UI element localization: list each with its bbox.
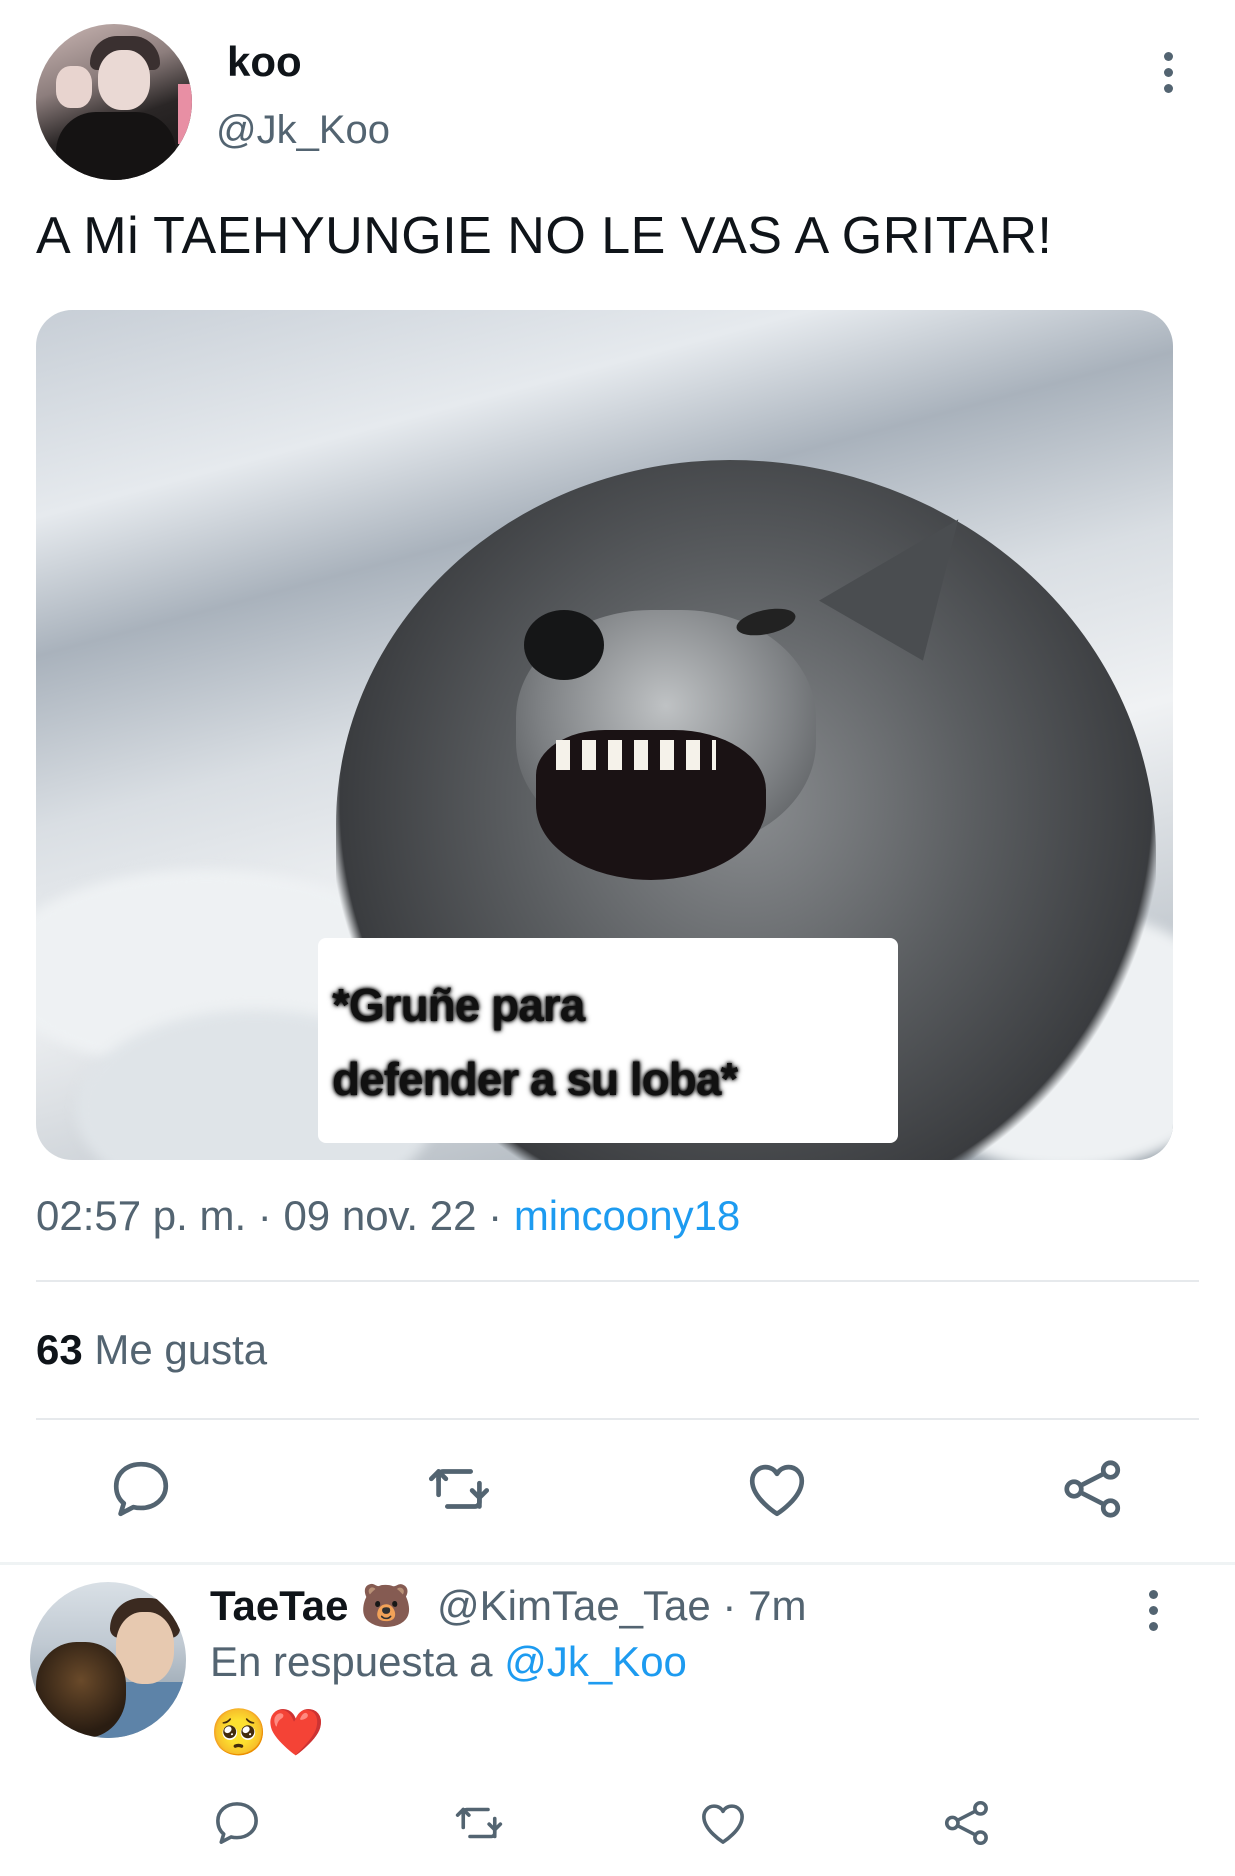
reply-button[interactable] xyxy=(210,1796,264,1850)
replying-to-mention[interactable]: @Jk_Koo xyxy=(504,1638,687,1685)
reply-text: 🥺❤️ xyxy=(210,1706,325,1758)
heart-icon xyxy=(702,1804,744,1844)
author-handle[interactable]: @Jk_Koo xyxy=(216,108,390,153)
likes-label: Me gusta xyxy=(94,1326,268,1373)
like-button[interactable] xyxy=(742,1454,812,1524)
more-vertical-icon[interactable] xyxy=(1158,52,1178,98)
replying-to: En respuesta a @Jk_Koo xyxy=(210,1638,687,1686)
image-caption: *Gruñe para defender a su loba* xyxy=(318,938,898,1143)
image-caption-line: defender a su loba* xyxy=(332,1053,738,1105)
section-separator xyxy=(0,1562,1235,1565)
share-button[interactable] xyxy=(1058,1454,1128,1524)
heart-icon xyxy=(749,1464,805,1517)
reply-author-name[interactable]: TaeTae 🐻 xyxy=(210,1582,412,1631)
likes-count: 63 xyxy=(36,1326,83,1373)
image-caption-line: *Gruñe para xyxy=(332,979,585,1031)
share-icon xyxy=(1064,1460,1121,1518)
share-button[interactable] xyxy=(940,1796,994,1850)
more-vertical-icon[interactable] xyxy=(1143,1590,1163,1636)
author-avatar[interactable] xyxy=(36,24,192,180)
tweet-timestamp: 02:57 p. m. · 09 nov. 22 · mincoony18 xyxy=(36,1192,740,1240)
divider xyxy=(36,1280,1199,1282)
likes-stat[interactable]: 63 Me gusta xyxy=(36,1326,267,1374)
replying-to-label: En respuesta a xyxy=(210,1638,505,1685)
tweet-text: A Mi TAEHYUNGIE NO LE VAS A GRITAR! xyxy=(36,207,1053,265)
retweet-button[interactable] xyxy=(452,1796,506,1850)
divider xyxy=(36,1418,1199,1420)
tweet-time: 02:57 p. m. · 09 nov. 22 · xyxy=(36,1192,514,1239)
reply-icon xyxy=(113,1461,169,1517)
retweet-icon xyxy=(455,1807,503,1839)
retweet-button[interactable] xyxy=(424,1454,494,1524)
reply-author-avatar[interactable] xyxy=(30,1582,186,1738)
tweet-source-link[interactable]: mincoony18 xyxy=(514,1192,740,1239)
reply-button[interactable] xyxy=(106,1454,176,1524)
share-icon xyxy=(944,1800,988,1846)
reply-author-handle[interactable]: @KimTae_Tae · 7m xyxy=(437,1582,806,1630)
like-button[interactable] xyxy=(696,1796,750,1850)
reply-icon xyxy=(216,1802,258,1844)
author-name[interactable]: koo xyxy=(227,38,302,86)
tweet-image[interactable]: *Gruñe para defender a su loba* xyxy=(36,310,1173,1160)
retweet-icon xyxy=(428,1469,490,1509)
